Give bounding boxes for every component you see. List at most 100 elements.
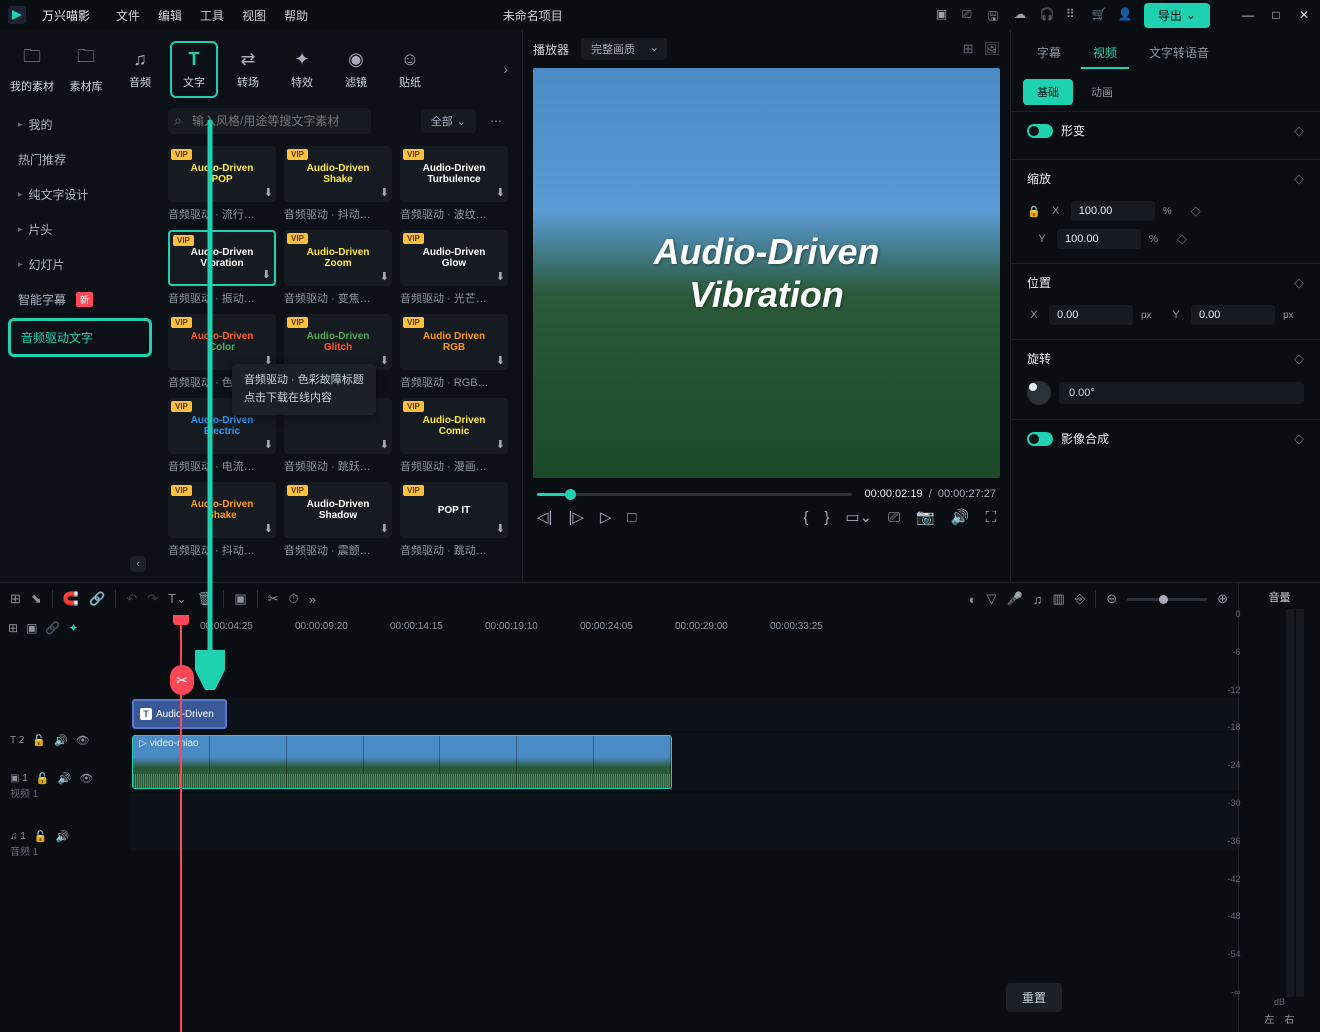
asset-card[interactable]: VIPAudio-DrivenPOP⬇音频驱动 · 流行… — [168, 146, 276, 222]
scale-y-kf[interactable]: ◇ — [1177, 231, 1187, 247]
display-icon[interactable]: ⎚ — [888, 509, 900, 526]
download-icon[interactable]: ⬇ — [380, 186, 389, 199]
speed-icon[interactable]: ⏱ — [289, 591, 299, 607]
mix-icon[interactable]: ▥ — [1052, 591, 1064, 607]
mark-out-icon[interactable]: } — [824, 509, 829, 526]
cut-icon[interactable]: ✂ — [268, 591, 279, 607]
scale-kf-icon[interactable]: ◇ — [1294, 171, 1304, 187]
download-icon[interactable]: ⬇ — [380, 270, 389, 283]
search-input[interactable] — [168, 108, 371, 134]
insp-tab-video[interactable]: 视频 — [1081, 38, 1129, 69]
insp-tab-tts[interactable]: 文字转语音 — [1137, 38, 1221, 69]
export-button[interactable]: 导出 ⌄ — [1144, 3, 1210, 28]
undo-icon[interactable]: ↶ — [126, 591, 137, 607]
subtab-anim[interactable]: 动画 — [1077, 79, 1127, 105]
lock-icon[interactable]: 🔒 — [1027, 205, 1041, 218]
menu-file[interactable]: 文件 — [116, 7, 140, 24]
rotation-dial[interactable] — [1027, 381, 1051, 405]
zoom-out-icon[interactable]: ⊖ — [1106, 591, 1117, 607]
delete-icon[interactable]: 🗑 — [197, 591, 214, 607]
sidebar-item-smartcaption[interactable]: 智能字幕新 — [8, 283, 152, 316]
tabs-more-icon[interactable]: › — [503, 61, 508, 77]
scrub-track[interactable] — [537, 493, 852, 496]
scale-y-input[interactable] — [1057, 229, 1141, 249]
screen-icon[interactable]: ⎚ — [962, 7, 978, 23]
tab-my-assets[interactable]: 🗀我的素材 — [8, 38, 56, 100]
download-icon[interactable]: ⬇ — [262, 268, 271, 281]
download-icon[interactable]: ⬇ — [496, 438, 505, 451]
maximize-icon[interactable]: □ — [1268, 8, 1284, 22]
tab-filters[interactable]: ◉滤镜 — [332, 43, 380, 96]
eye-icon[interactable]: 👁 — [76, 734, 90, 747]
close-icon[interactable]: ✕ — [1296, 8, 1312, 22]
store-icon[interactable]: 🛒 — [1092, 7, 1108, 23]
lock-icon[interactable]: 🔓 — [32, 734, 46, 747]
download-icon[interactable]: ⬇ — [264, 438, 273, 451]
asset-card[interactable]: VIPAudio-DrivenVibration⬇音频驱动 · 振动… — [168, 230, 276, 306]
tab-transition[interactable]: ⇄转场 — [224, 43, 272, 96]
more-icon[interactable]: » — [309, 592, 316, 607]
download-icon[interactable]: ⬇ — [264, 186, 273, 199]
mark-in-icon[interactable]: { — [803, 509, 808, 526]
track-head-video1[interactable]: ▣ 1🔓🔊👁 视频 1 — [0, 757, 130, 815]
account-icon[interactable]: 👤 — [1118, 7, 1134, 23]
apps-icon[interactable]: ⠿ — [1066, 7, 1082, 23]
stop-icon[interactable]: □ — [627, 509, 636, 526]
keyframe-icon[interactable]: ◇ — [1294, 123, 1304, 139]
asset-card[interactable]: VIPAudio-DrivenShake⬇音频驱动 · 抖动… — [284, 146, 392, 222]
menu-edit[interactable]: 编辑 — [158, 7, 182, 24]
prev-frame-icon[interactable]: ◁| — [537, 508, 552, 526]
pip-icon[interactable]: ⎆ — [1075, 591, 1085, 607]
play-icon[interactable]: ▷ — [600, 508, 612, 526]
insp-tab-caption[interactable]: 字幕 — [1025, 38, 1073, 69]
scrub-thumb[interactable] — [565, 489, 576, 500]
step-back-icon[interactable]: |▷ — [568, 508, 583, 526]
rot-kf-icon[interactable]: ◇ — [1294, 351, 1304, 367]
asset-card[interactable]: VIPPOP IT⬇音频驱动 · 跳动… — [400, 482, 508, 558]
transform-toggle[interactable] — [1027, 124, 1053, 138]
pos-x-input[interactable] — [1049, 305, 1133, 325]
download-icon[interactable]: ⬇ — [496, 522, 505, 535]
more-options-icon[interactable]: ⋯ — [484, 112, 508, 130]
audio-icon[interactable]: 🔊 — [951, 508, 970, 526]
layout-icon[interactable]: ▣ — [936, 7, 952, 23]
track-head-audio1[interactable]: ♫ 1🔓🔊 音频 1 — [0, 815, 130, 873]
asset-card[interactable]: VIPAudio-DrivenTurbulence⬇音频驱动 · 波纹… — [400, 146, 508, 222]
asset-card[interactable]: VIPAudio-DrivenShake⬇音频驱动 · 抖动… — [168, 482, 276, 558]
reset-button[interactable]: 重置 — [1006, 983, 1062, 1012]
preview-canvas[interactable]: Audio-Driven Vibration — [533, 68, 1000, 478]
download-icon[interactable]: ⬇ — [496, 186, 505, 199]
sidebar-collapse-icon[interactable]: ‹ — [130, 556, 146, 572]
select-icon[interactable]: ⬊ — [31, 591, 42, 607]
pos-y-input[interactable] — [1191, 305, 1275, 325]
group-icon[interactable]: ▣ — [234, 591, 246, 607]
speaker-icon[interactable]: 🔊 — [54, 734, 68, 747]
filter-dropdown[interactable]: 全部 ⌄ — [421, 109, 476, 133]
sidebar-item-slideshow[interactable]: 幻灯片 — [8, 248, 152, 281]
menu-tools[interactable]: 工具 — [200, 7, 224, 24]
asset-card[interactable]: VIPAudio-DrivenComic⬇音频驱动 · 漫画… — [400, 398, 508, 474]
tab-text[interactable]: T文字 — [170, 41, 218, 98]
marker-icon[interactable]: ▽ — [987, 591, 997, 607]
picture-icon[interactable]: 🖼 — [983, 41, 1000, 57]
text-track-lane[interactable]: Audio-Driven — [130, 697, 1238, 731]
sidebar-item-hot[interactable]: 热门推荐 — [8, 143, 152, 176]
subtab-basic[interactable]: 基础 — [1023, 79, 1073, 105]
asset-card[interactable]: VIPAudio-DrivenGlow⬇音频驱动 · 光芒… — [400, 230, 508, 306]
asset-card[interactable]: VIPAudio DrivenRGB⬇音频驱动 · RGB… — [400, 314, 508, 390]
menu-view[interactable]: 视图 — [242, 7, 266, 24]
quality-select[interactable]: 完整画质 — [581, 38, 667, 60]
asset-card[interactable]: VIPAudio-DrivenShadow⬇音频驱动 · 震颤… — [284, 482, 392, 558]
minimize-icon[interactable]: — — [1240, 8, 1256, 22]
track-marker-icon[interactable]: ✦ — [68, 621, 78, 635]
snapshot-icon[interactable]: 📷 — [916, 508, 935, 526]
sidebar-item-plaintext[interactable]: 纯文字设计 — [8, 178, 152, 211]
download-icon[interactable]: ⬇ — [380, 354, 389, 367]
track-head-text2[interactable]: T 2🔓🔊👁 — [0, 723, 130, 757]
download-icon[interactable]: ⬇ — [380, 438, 389, 451]
pos-kf-icon[interactable]: ◇ — [1294, 275, 1304, 291]
tab-library[interactable]: 🗀素材库 — [62, 38, 110, 100]
track-link-icon[interactable]: 🔗 — [45, 621, 60, 635]
audio-track-lane[interactable] — [130, 793, 1238, 851]
cut-marker[interactable]: ✂ — [170, 665, 194, 695]
